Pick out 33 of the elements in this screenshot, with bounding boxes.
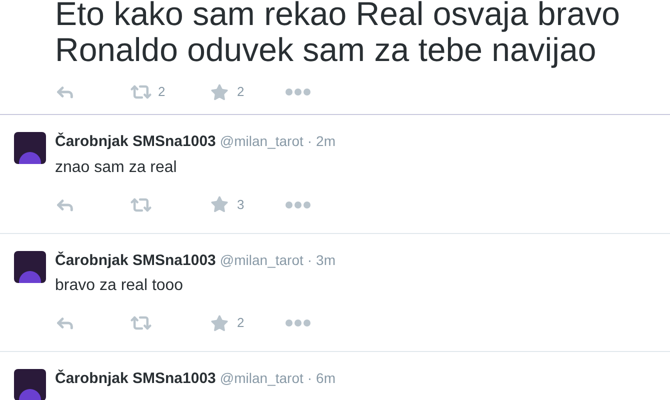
user-name[interactable]: Čarobnjak SMSna1003 [55, 131, 216, 154]
separator-dot: · [307, 250, 312, 270]
favorite-button[interactable]: 3 [210, 194, 285, 214]
more-icon [285, 200, 311, 208]
star-icon [210, 314, 229, 332]
favorite-count: 2 [237, 83, 244, 102]
user-name[interactable]: Čarobnjak SMSna1003 [55, 368, 216, 390]
favorite-count: 3 [237, 196, 244, 214]
separator-dot: · [307, 369, 312, 388]
more-button[interactable] [285, 200, 311, 208]
star-icon [210, 82, 229, 102]
reply-text: bravo za real tooo [55, 276, 184, 296]
user-name[interactable]: Čarobnjak SMSna1003 [55, 250, 216, 272]
user-handle[interactable]: @milan_tarot [220, 250, 304, 270]
separator-dot: · [307, 132, 312, 151]
retweet-count: 2 [158, 83, 166, 102]
tweet-time[interactable]: 3m [316, 250, 336, 270]
avatar[interactable] [14, 250, 46, 282]
retweet-button[interactable]: 2 [130, 81, 210, 103]
more-icon [285, 88, 311, 96]
more-button[interactable] [285, 319, 311, 327]
reply-text: znao sam za real [55, 158, 178, 178]
star-icon [210, 195, 229, 214]
favorite-button[interactable]: 2 [210, 82, 285, 102]
user-handle[interactable]: @milan_tarot [220, 368, 304, 389]
tweet-text: Eto kako sam rekao Real osvaja bravo Ronaldo oduvek sam za tebe navijao [55, 0, 621, 68]
user-handle[interactable]: @milan_tarot [220, 131, 304, 152]
favorite-button[interactable]: 2 [210, 313, 285, 333]
favorite-count: 2 [237, 314, 244, 332]
more-icon [285, 319, 311, 327]
tweet-time[interactable]: 2m [316, 131, 336, 152]
tweet-time[interactable]: 6m [316, 368, 336, 389]
more-button[interactable] [285, 88, 311, 96]
